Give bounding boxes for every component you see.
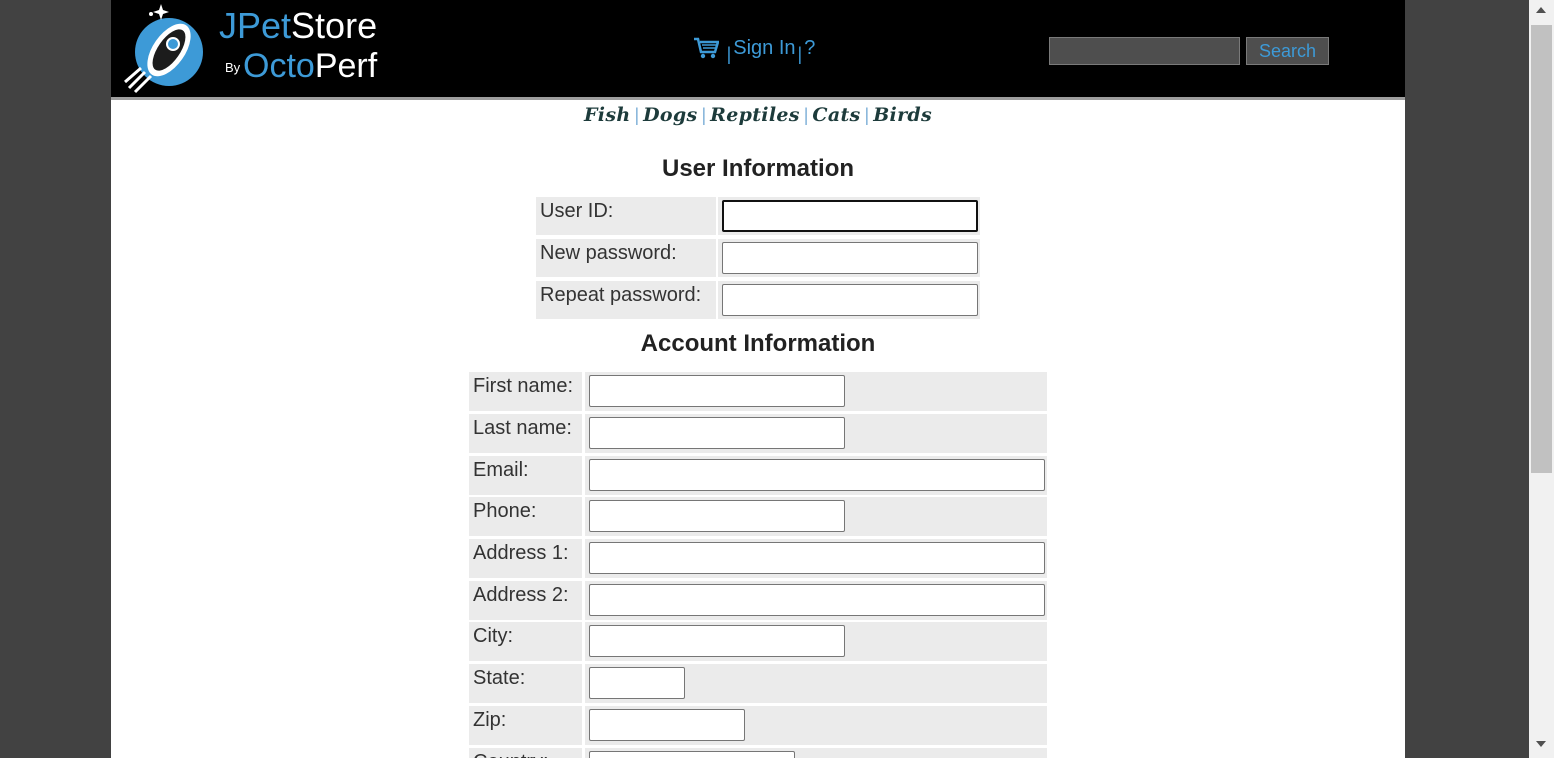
country-cell bbox=[585, 748, 1047, 758]
logo-text-jpetstore: JPetStore bbox=[219, 5, 378, 46]
user-information-heading: User Information bbox=[661, 155, 855, 182]
last-name-label: Last name: bbox=[469, 414, 582, 453]
header: JPetStore By OctoPerf | Sign In |? Search bbox=[111, 0, 1405, 100]
quicklinks: Fish | Dogs | Reptiles | Cats | Birds bbox=[111, 104, 1405, 126]
vertical-scrollbar[interactable] bbox=[1529, 0, 1554, 758]
first-name-field[interactable] bbox=[589, 375, 845, 407]
address2-label: Address 2: bbox=[469, 581, 582, 620]
cart-icon bbox=[694, 37, 719, 59]
quicklink-separator: | bbox=[634, 105, 640, 125]
email-field[interactable] bbox=[589, 459, 1045, 491]
user-id-field[interactable] bbox=[722, 200, 978, 232]
help-link[interactable]: ? bbox=[804, 37, 815, 59]
city-field[interactable] bbox=[589, 625, 845, 657]
page: JPetStore By OctoPerf | Sign In |? Search … bbox=[111, 0, 1405, 758]
new-password-field[interactable] bbox=[722, 242, 978, 274]
quicklink-reptiles[interactable]: Reptiles bbox=[710, 104, 800, 126]
jpetstore-logo[interactable]: JPetStore By OctoPerf bbox=[121, 0, 401, 95]
header-menu: | Sign In |? bbox=[693, 36, 815, 66]
new-password-cell bbox=[718, 239, 980, 277]
state-field[interactable] bbox=[589, 667, 685, 699]
state-label: State: bbox=[469, 664, 582, 703]
first-name-label: First name: bbox=[469, 372, 582, 411]
new-password-label: New password: bbox=[536, 239, 716, 277]
email-label: Email: bbox=[469, 456, 582, 495]
last-name-cell bbox=[585, 414, 1047, 453]
city-label: City: bbox=[469, 622, 582, 661]
city-cell bbox=[585, 622, 1047, 661]
country-label: Country: bbox=[469, 748, 582, 758]
quicklink-cats[interactable]: Cats bbox=[812, 104, 860, 126]
quicklink-separator: | bbox=[701, 105, 707, 125]
quicklink-birds[interactable]: Birds bbox=[873, 104, 932, 126]
phone-label: Phone: bbox=[469, 497, 582, 536]
quicklink-dogs[interactable]: Dogs bbox=[643, 104, 697, 126]
logo-text-octoperf: OctoPerf bbox=[243, 47, 378, 85]
address1-field[interactable] bbox=[589, 542, 1045, 574]
scroll-thumb[interactable] bbox=[1531, 25, 1552, 473]
search-input[interactable] bbox=[1049, 37, 1240, 65]
country-field[interactable] bbox=[589, 751, 795, 758]
first-name-cell bbox=[585, 372, 1047, 411]
quicklink-fish[interactable]: Fish bbox=[584, 104, 630, 126]
address2-cell bbox=[585, 581, 1047, 620]
zip-field[interactable] bbox=[589, 709, 745, 741]
zip-cell bbox=[585, 706, 1047, 745]
user-id-cell bbox=[718, 197, 980, 235]
phone-cell bbox=[585, 497, 1047, 536]
email-cell bbox=[585, 456, 1047, 495]
phone-field[interactable] bbox=[589, 500, 845, 532]
menu-separator: | bbox=[797, 44, 803, 64]
account-information-heading: Account Information bbox=[640, 330, 876, 357]
address1-label: Address 1: bbox=[469, 539, 582, 578]
repeat-password-field[interactable] bbox=[722, 284, 978, 316]
scroll-up-arrow-icon[interactable] bbox=[1536, 7, 1546, 13]
user-id-label: User ID: bbox=[536, 197, 716, 235]
logo-by: By bbox=[225, 60, 241, 75]
rocket-logo-icon bbox=[124, 4, 203, 94]
last-name-field[interactable] bbox=[589, 417, 845, 449]
repeat-password-cell bbox=[718, 281, 980, 319]
quicklink-separator: | bbox=[803, 105, 809, 125]
search-button[interactable]: Search bbox=[1246, 37, 1329, 65]
address2-field[interactable] bbox=[589, 584, 1045, 616]
address1-cell bbox=[585, 539, 1047, 578]
repeat-password-label: Repeat password: bbox=[536, 281, 716, 319]
zip-label: Zip: bbox=[469, 706, 582, 745]
cart-link[interactable] bbox=[693, 37, 725, 59]
menu-separator: | bbox=[726, 44, 732, 64]
sign-in-link[interactable]: Sign In bbox=[733, 37, 795, 59]
quicklink-separator: | bbox=[864, 105, 870, 125]
scroll-down-arrow-icon[interactable] bbox=[1536, 741, 1546, 747]
state-cell bbox=[585, 664, 1047, 703]
